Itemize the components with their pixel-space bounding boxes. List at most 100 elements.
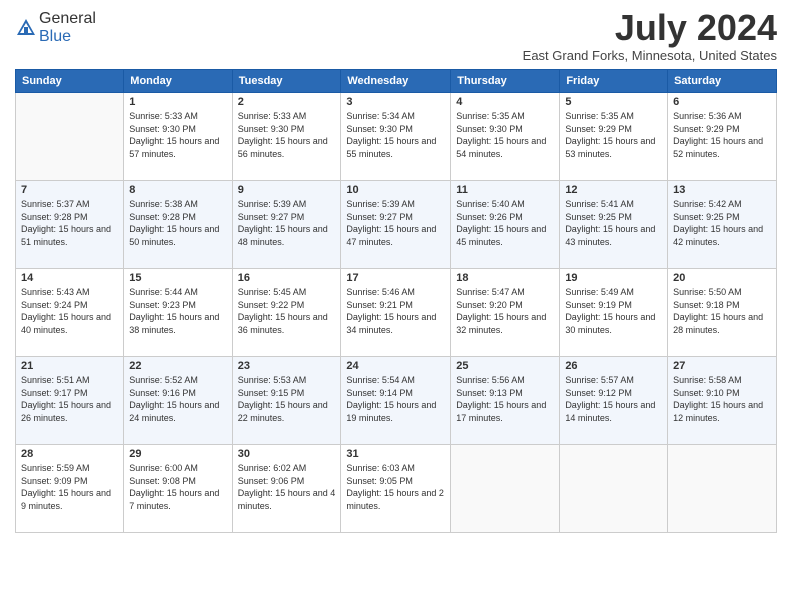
day-info: Sunrise: 5:35 AMSunset: 9:29 PMDaylight:… (565, 110, 662, 160)
table-row: 31 Sunrise: 6:03 AMSunset: 9:05 PMDayligh… (341, 445, 451, 533)
table-row: 11Sunrise: 5:40 AMSunset: 9:26 PMDayligh… (451, 181, 560, 269)
day-info: Sunrise: 5:50 AMSunset: 9:18 PMDaylight:… (673, 286, 771, 336)
day-info: Sunrise: 5:35 AMSunset: 9:30 PMDaylight:… (456, 110, 554, 160)
col-friday: Friday (560, 70, 668, 93)
logo-text: General Blue (39, 10, 96, 46)
table-row: 4Sunrise: 5:35 AMSunset: 9:30 PMDaylight… (451, 93, 560, 181)
day-number: 18 (456, 272, 554, 284)
table-row: 3Sunrise: 5:34 AMSunset: 9:30 PMDaylight… (341, 93, 451, 181)
day-info: Sunrise: 5:41 AMSunset: 9:25 PMDaylight:… (565, 198, 662, 248)
day-number: 3 (346, 96, 445, 108)
logo-blue: Blue (39, 28, 71, 45)
table-row: 7 Sunrise: 5:37 AMSunset: 9:28 PMDaylight… (16, 181, 124, 269)
day-number: 31 (346, 448, 445, 460)
month-title: July 2024 (523, 10, 777, 46)
day-info: Sunrise: 5:57 AMSunset: 9:12 PMDaylight:… (565, 374, 662, 424)
calendar-week-row: 21 Sunrise: 5:51 AMSunset: 9:17 PMDayligh… (16, 357, 777, 445)
day-number: 19 (565, 272, 662, 284)
day-number: 16 (238, 272, 336, 284)
table-row (668, 445, 777, 533)
table-row: 17 Sunrise: 5:46 AMSunset: 9:21 PMDayligh… (341, 269, 451, 357)
day-number: 26 (565, 360, 662, 372)
table-row: 20 Sunrise: 5:50 AMSunset: 9:18 PMDayligh… (668, 269, 777, 357)
table-row: 13Sunrise: 5:42 AMSunset: 9:25 PMDayligh… (668, 181, 777, 269)
day-info: Sunrise: 5:53 AMSunset: 9:15 PMDaylight:… (238, 374, 336, 424)
day-number: 5 (565, 96, 662, 108)
day-info: Sunrise: 5:52 AMSunset: 9:16 PMDaylight:… (129, 374, 226, 424)
day-info: Sunrise: 5:33 AMSunset: 9:30 PMDaylight:… (129, 110, 226, 160)
day-number: 1 (129, 96, 226, 108)
calendar-week-row: 7 Sunrise: 5:37 AMSunset: 9:28 PMDaylight… (16, 181, 777, 269)
calendar-week-row: 1 Sunrise: 5:33 AMSunset: 9:30 PMDaylight… (16, 93, 777, 181)
table-row: 12 Sunrise: 5:41 AMSunset: 9:25 PMDayligh… (560, 181, 668, 269)
logo-area: General Blue (15, 10, 96, 46)
day-number: 21 (21, 360, 118, 372)
col-monday: Monday (124, 70, 232, 93)
table-row: 21 Sunrise: 5:51 AMSunset: 9:17 PMDayligh… (16, 357, 124, 445)
day-number: 6 (673, 96, 771, 108)
day-info: Sunrise: 5:45 AMSunset: 9:22 PMDaylight:… (238, 286, 336, 336)
day-info: Sunrise: 5:46 AMSunset: 9:21 PMDaylight:… (346, 286, 445, 336)
day-info: Sunrise: 5:44 AMSunset: 9:23 PMDaylight:… (129, 286, 226, 336)
table-row: 19 Sunrise: 5:49 AMSunset: 9:19 PMDayligh… (560, 269, 668, 357)
day-number: 8 (129, 184, 226, 196)
table-row (16, 93, 124, 181)
day-info: Sunrise: 6:02 AMSunset: 9:06 PMDaylight:… (238, 462, 336, 512)
day-info: Sunrise: 5:38 AMSunset: 9:28 PMDaylight:… (129, 198, 226, 248)
table-row (451, 445, 560, 533)
day-info: Sunrise: 5:49 AMSunset: 9:19 PMDaylight:… (565, 286, 662, 336)
day-number: 29 (129, 448, 226, 460)
table-row: 27Sunrise: 5:58 AMSunset: 9:10 PMDayligh… (668, 357, 777, 445)
table-row: 14Sunrise: 5:43 AMSunset: 9:24 PMDayligh… (16, 269, 124, 357)
col-sunday: Sunday (16, 70, 124, 93)
day-number: 17 (346, 272, 445, 284)
day-info: Sunrise: 5:39 AMSunset: 9:27 PMDaylight:… (238, 198, 336, 248)
day-number: 10 (346, 184, 445, 196)
table-row: 10Sunrise: 5:39 AMSunset: 9:27 PMDayligh… (341, 181, 451, 269)
day-number: 24 (346, 360, 445, 372)
calendar-page: General Blue July 2024 East Grand Forks,… (0, 0, 792, 612)
table-row: 5 Sunrise: 5:35 AMSunset: 9:29 PMDaylight… (560, 93, 668, 181)
header: General Blue July 2024 East Grand Forks,… (15, 10, 777, 63)
day-info: Sunrise: 5:59 AMSunset: 9:09 PMDaylight:… (21, 462, 118, 512)
day-number: 11 (456, 184, 554, 196)
day-info: Sunrise: 5:33 AMSunset: 9:30 PMDaylight:… (238, 110, 336, 160)
calendar-header-row: Sunday Monday Tuesday Wednesday Thursday… (16, 70, 777, 93)
table-row: 9 Sunrise: 5:39 AMSunset: 9:27 PMDaylight… (232, 181, 341, 269)
table-row: 23Sunrise: 5:53 AMSunset: 9:15 PMDayligh… (232, 357, 341, 445)
table-row: 8 Sunrise: 5:38 AMSunset: 9:28 PMDaylight… (124, 181, 232, 269)
day-number: 25 (456, 360, 554, 372)
table-row: 28 Sunrise: 5:59 AMSunset: 9:09 PMDayligh… (16, 445, 124, 533)
calendar-table: Sunday Monday Tuesday Wednesday Thursday… (15, 69, 777, 533)
day-info: Sunrise: 5:37 AMSunset: 9:28 PMDaylight:… (21, 198, 118, 248)
location: East Grand Forks, Minnesota, United Stat… (523, 48, 777, 63)
day-number: 7 (21, 184, 118, 196)
col-thursday: Thursday (451, 70, 560, 93)
day-info: Sunrise: 5:43 AMSunset: 9:24 PMDaylight:… (21, 286, 118, 336)
calendar-week-row: 28 Sunrise: 5:59 AMSunset: 9:09 PMDayligh… (16, 445, 777, 533)
day-number: 28 (21, 448, 118, 460)
table-row: 18 Sunrise: 5:47 AMSunset: 9:20 PMDayligh… (451, 269, 560, 357)
table-row: 16 Sunrise: 5:45 AMSunset: 9:22 PMDayligh… (232, 269, 341, 357)
day-number: 12 (565, 184, 662, 196)
day-number: 20 (673, 272, 771, 284)
day-number: 9 (238, 184, 336, 196)
day-info: Sunrise: 5:51 AMSunset: 9:17 PMDaylight:… (21, 374, 118, 424)
table-row: 6 Sunrise: 5:36 AMSunset: 9:29 PMDaylight… (668, 93, 777, 181)
day-info: Sunrise: 5:56 AMSunset: 9:13 PMDaylight:… (456, 374, 554, 424)
day-number: 27 (673, 360, 771, 372)
table-row: 15 Sunrise: 5:44 AMSunset: 9:23 PMDayligh… (124, 269, 232, 357)
day-info: Sunrise: 5:47 AMSunset: 9:20 PMDaylight:… (456, 286, 554, 336)
day-info: Sunrise: 6:00 AMSunset: 9:08 PMDaylight:… (129, 462, 226, 512)
table-row: 24Sunrise: 5:54 AMSunset: 9:14 PMDayligh… (341, 357, 451, 445)
table-row: 2Sunrise: 5:33 AMSunset: 9:30 PMDaylight… (232, 93, 341, 181)
day-info: Sunrise: 6:03 AMSunset: 9:05 PMDaylight:… (346, 462, 445, 512)
day-info: Sunrise: 5:36 AMSunset: 9:29 PMDaylight:… (673, 110, 771, 160)
table-row: 30 Sunrise: 6:02 AMSunset: 9:06 PMDayligh… (232, 445, 341, 533)
logo-icon (15, 17, 37, 39)
calendar-week-row: 14Sunrise: 5:43 AMSunset: 9:24 PMDayligh… (16, 269, 777, 357)
day-number: 30 (238, 448, 336, 460)
day-number: 15 (129, 272, 226, 284)
logo-general: General (39, 10, 96, 27)
col-wednesday: Wednesday (341, 70, 451, 93)
